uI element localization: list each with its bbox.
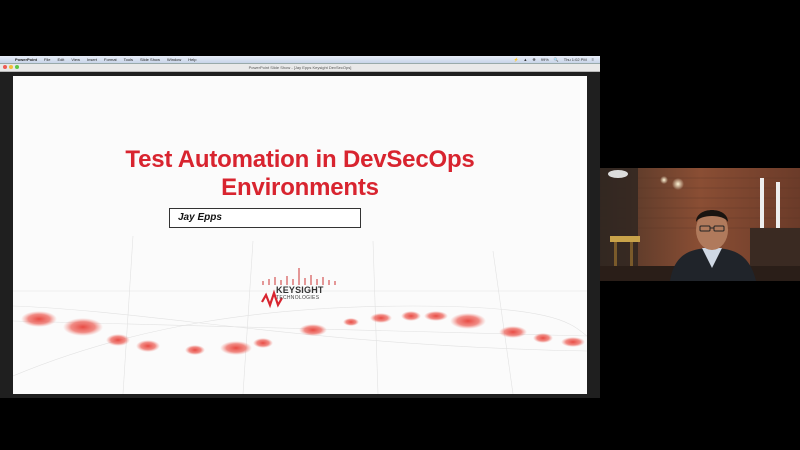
status-item-1[interactable]: ⚡	[513, 57, 518, 62]
menu-help[interactable]: Help	[188, 57, 196, 62]
menu-file[interactable]: File	[44, 57, 50, 62]
battery-status[interactable]: 99%	[541, 57, 549, 62]
menu-format[interactable]: Format	[104, 57, 117, 62]
slide-title-line1: Test Automation in DevSecOps	[125, 146, 475, 173]
menu-slide-show[interactable]: Slide Show	[140, 57, 160, 62]
slide-background-graphic	[13, 235, 587, 394]
status-item-3[interactable]: ❋	[532, 57, 535, 62]
menu-view[interactable]: View	[71, 57, 80, 62]
presentation-slide[interactable]: Test Automation in DevSecOps Environment…	[13, 76, 587, 394]
slide-title: Test Automation in DevSecOps Environment…	[13, 146, 587, 202]
spotlight-icon[interactable]: 🔍	[554, 57, 559, 62]
presenter-name-box: Jay Epps	[169, 208, 361, 228]
presenter-webcam-video	[600, 168, 800, 281]
notification-center-icon[interactable]: ≡	[592, 57, 594, 62]
slide-title-line2: Environments	[221, 174, 379, 201]
mac-menu-bar: PowerPoint File Edit View Insert Format …	[0, 56, 600, 64]
logo-brand-text: KEYSIGHT	[276, 285, 324, 295]
presenter-video-icon	[600, 168, 800, 281]
menu-insert[interactable]: Insert	[87, 57, 97, 62]
menu-app-name[interactable]: PowerPoint	[15, 57, 37, 62]
menu-status-area: ⚡ ▲ ❋ 99% 🔍 Thu 1:02 PM ≡	[513, 57, 600, 62]
menu-tools[interactable]: Tools	[124, 57, 133, 62]
window-title-bar: PowerPoint Slide Show - [Jay Epps Keysig…	[0, 64, 600, 72]
keysight-logo: KEYSIGHT TECHNOLOGIES	[256, 266, 356, 316]
menu-edit[interactable]: Edit	[57, 57, 64, 62]
menu-window[interactable]: Window	[167, 57, 181, 62]
clock[interactable]: Thu 1:02 PM	[564, 57, 587, 62]
logo-sub-text: TECHNOLOGIES	[276, 295, 320, 301]
presenter-name: Jay Epps	[178, 212, 222, 223]
window-title: PowerPoint Slide Show - [Jay Epps Keysig…	[248, 65, 352, 70]
status-item-2[interactable]: ▲	[523, 57, 527, 62]
